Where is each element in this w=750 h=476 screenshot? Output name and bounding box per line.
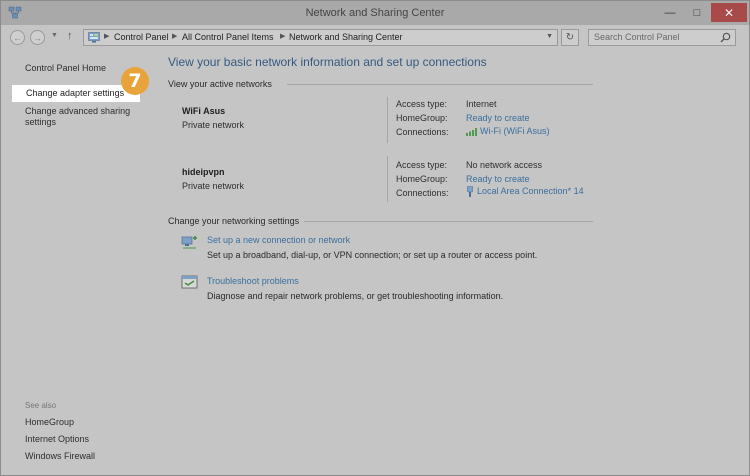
active-networks-label: View your active networks: [168, 79, 272, 89]
breadcrumb-separator-icon[interactable]: ▶: [280, 32, 285, 40]
breadcrumb-network-sharing[interactable]: Network and Sharing Center: [289, 32, 403, 42]
maximize-button[interactable]: □: [683, 3, 711, 22]
vpn-connection-link[interactable]: Local Area Connection* 14: [466, 186, 584, 198]
network-divider: [387, 97, 388, 143]
wifi-connection-label: Wi-Fi (WiFi Asus): [480, 126, 550, 136]
wifi-signal-icon: [466, 128, 477, 137]
homegroup-label: HomeGroup:: [396, 113, 448, 123]
scrollbar-track[interactable]: [743, 49, 749, 475]
arrow-right-icon: →: [33, 32, 42, 43]
address-box[interactable]: ▶ Control Panel ▶ All Control Panel Item…: [83, 29, 558, 46]
connections-label: Connections:: [396, 127, 449, 137]
new-connection-icon[interactable]: [181, 234, 199, 250]
control-panel-icon: [88, 32, 100, 43]
change-advanced-sharing-line2: settings: [25, 117, 57, 127]
step-number-badge: 7: [121, 67, 149, 95]
homegroup-ready-link[interactable]: Ready to create: [466, 113, 530, 123]
refresh-icon: ↻: [565, 32, 575, 43]
vpn-plug-icon: [467, 186, 473, 198]
network-sharing-center-window: Network and Sharing Center — □ ✕ ← → ▼ ↑…: [0, 0, 750, 476]
left-navigation-pane: Control Panel Home Change adapter settin…: [1, 49, 161, 475]
troubleshoot-problems-link[interactable]: Troubleshoot problems: [207, 276, 299, 286]
window-title: Network and Sharing Center: [305, 7, 445, 19]
back-button[interactable]: ←: [10, 30, 25, 45]
access-type-label: Access type:: [396, 160, 448, 170]
close-button[interactable]: ✕: [711, 3, 747, 22]
troubleshoot-icon[interactable]: [181, 275, 199, 291]
homegroup-label: HomeGroup:: [396, 174, 448, 184]
minimize-button[interactable]: —: [657, 3, 683, 22]
page-title: View your basic network information and …: [168, 55, 487, 69]
change-adapter-settings-label: Change adapter settings: [26, 88, 125, 98]
windows-firewall-link[interactable]: Windows Firewall: [25, 451, 95, 462]
change-settings-label: Change your networking settings: [168, 216, 300, 226]
internet-options-link[interactable]: Internet Options: [25, 434, 89, 445]
breadcrumb-separator-icon[interactable]: ▶: [104, 32, 109, 40]
breadcrumb-control-panel[interactable]: Control Panel: [114, 32, 169, 42]
section-divider: [304, 221, 593, 222]
section-divider: [287, 84, 593, 85]
search-input[interactable]: [594, 32, 714, 42]
breadcrumb-separator-icon[interactable]: ▶: [172, 32, 177, 40]
search-icon[interactable]: [720, 32, 731, 43]
change-advanced-sharing-line1: Change advanced sharing: [25, 106, 131, 116]
up-level-button[interactable]: ↑: [67, 30, 73, 42]
change-adapter-settings-link[interactable]: Change adapter settings: [12, 85, 140, 102]
refresh-button[interactable]: ↻: [561, 29, 579, 46]
network-category-link[interactable]: Private network: [182, 120, 244, 130]
network-divider: [387, 156, 388, 202]
forward-button[interactable]: →: [30, 30, 45, 45]
wifi-connection-link[interactable]: Wi-Fi (WiFi Asus): [466, 126, 550, 137]
arrow-left-icon: ←: [13, 32, 22, 43]
connections-label: Connections:: [396, 188, 449, 198]
address-dropdown-icon[interactable]: ▼: [546, 33, 553, 40]
network-name: WiFi Asus: [182, 106, 226, 116]
breadcrumb-all-items[interactable]: All Control Panel Items: [182, 32, 274, 42]
setup-new-connection-link[interactable]: Set up a new connection or network: [207, 235, 350, 245]
title-bar[interactable]: Network and Sharing Center — □ ✕: [1, 1, 749, 25]
network-category-link[interactable]: Private network: [182, 181, 244, 191]
access-type-value: No network access: [466, 160, 543, 170]
homegroup-ready-link[interactable]: Ready to create: [466, 174, 530, 184]
troubleshoot-problems-description: Diagnose and repair network problems, or…: [207, 291, 504, 301]
setup-new-connection-description: Set up a broadband, dial-up, or VPN conn…: [207, 250, 538, 260]
control-panel-home-link[interactable]: Control Panel Home: [25, 63, 106, 74]
homegroup-link[interactable]: HomeGroup: [25, 417, 74, 428]
access-type-label: Access type:: [396, 99, 448, 109]
search-box[interactable]: [588, 29, 736, 46]
recent-locations-dropdown-icon[interactable]: ▼: [51, 32, 58, 39]
change-advanced-sharing-link[interactable]: Change advanced sharing settings: [25, 106, 130, 128]
address-bar: ← → ▼ ↑ ▶ Control Panel ▶ All Control Pa…: [1, 25, 749, 49]
access-type-value: Internet: [466, 99, 497, 109]
vpn-connection-label: Local Area Connection* 14: [477, 186, 584, 196]
see-also-heading: See also: [25, 401, 57, 410]
network-name: hideipvpn: [182, 167, 225, 177]
main-content: View your basic network information and …: [161, 49, 749, 475]
